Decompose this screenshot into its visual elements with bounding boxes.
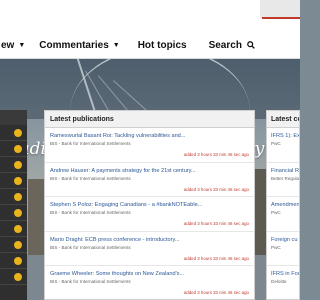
publication-item: Graeme Wheeler: Some thoughts on New Zea… <box>45 266 254 299</box>
nav-item-commentaries-label: Commentaries <box>39 40 109 51</box>
bullet-icon <box>14 129 22 137</box>
left-panel-row[interactable] <box>0 205 27 221</box>
publication-time: added 3 hours 33 min 46 sec ago <box>183 221 249 226</box>
left-panel-row[interactable] <box>0 221 27 237</box>
column-item: IFRS in Foc Deloitte <box>267 266 299 299</box>
main-nav: ew ▼ Commentaries ▼ Hot topics Search <box>0 33 300 59</box>
top-right-bar <box>260 0 300 18</box>
column-item: IFRS 1): Ext PwC <box>267 128 299 163</box>
publication-source: BIS - Bank for International Settlements <box>50 141 131 146</box>
nav-item-hot-topics[interactable]: Hot topics <box>138 40 187 51</box>
nav-item-search[interactable]: Search <box>209 40 255 52</box>
publication-source: BIS - Bank for International Settlements <box>50 244 131 250</box>
nav-item-news[interactable]: ew ▼ <box>1 40 25 51</box>
left-panel-row[interactable] <box>0 125 27 141</box>
publication-time: added 3 hours 33 min 46 sec ago <box>183 152 249 157</box>
bullet-icon <box>14 145 22 153</box>
column-source: PwC <box>271 244 281 250</box>
publication-source: BIS - Bank for International Settlements <box>50 175 131 181</box>
column-title-link[interactable]: IFRS 1): Ext <box>271 133 299 139</box>
latest-publications-card: Latest publications Rameswurlal Basant R… <box>44 110 255 300</box>
column-title-link[interactable]: Amendmen <box>271 202 299 208</box>
publication-title-link[interactable]: Mario Draghi: ECB press conference - int… <box>50 237 249 243</box>
latest-column-card: Latest cor IFRS 1): Ext PwC Financial R … <box>266 110 300 300</box>
bullet-icon <box>14 161 22 169</box>
column-title-link[interactable]: Foreign cu <box>271 237 299 243</box>
column-source: PwC <box>271 210 281 215</box>
card-title: Latest cor <box>267 111 299 128</box>
column-item: Foreign cu PwC <box>267 232 299 266</box>
publication-time: added 3 hours 33 min 46 sec ago <box>183 186 249 192</box>
publication-title-link[interactable]: Stephen S Poloz: Engaging Canadians - a … <box>50 202 249 208</box>
left-panel-row[interactable] <box>0 141 27 157</box>
left-panel-row[interactable] <box>0 189 27 205</box>
publication-source: BIS - Bank for International Settlements <box>50 279 131 284</box>
publication-item: Stephen S Poloz: Engaging Canadians - a … <box>45 197 254 232</box>
nav-item-hot-topics-label: Hot topics <box>137 40 187 51</box>
bullet-icon <box>14 241 22 249</box>
accent-rule <box>262 17 300 19</box>
column-source: PwC <box>271 141 281 146</box>
left-panel-row[interactable] <box>0 157 27 173</box>
column-title-link[interactable]: IFRS in Foc <box>271 271 299 277</box>
column-item: Financial R Better Regula <box>267 163 300 197</box>
bullet-icon <box>14 193 22 201</box>
bullet-icon <box>14 225 22 233</box>
publication-title-link[interactable]: Andrew Hauser: A payments strategy for t… <box>50 168 249 174</box>
column-item: Amendmen PwC <box>267 197 299 232</box>
publication-title-link[interactable]: Rameswurlal Basant Roi: Tackling vulnera… <box>50 133 249 139</box>
card-title: Latest publications <box>45 111 254 128</box>
bullet-icon <box>14 273 22 281</box>
publication-time: added 3 hours 33 min 46 sec ago <box>183 290 249 295</box>
search-icon <box>247 40 255 52</box>
left-panel-row[interactable] <box>0 237 27 253</box>
chevron-down-icon: ▼ <box>112 42 120 49</box>
chevron-down-icon: ▼ <box>18 42 26 49</box>
left-panel-row[interactable] <box>0 253 27 269</box>
publication-item: Mario Draghi: ECB press conference - int… <box>45 232 254 266</box>
left-panel-row[interactable] <box>0 173 27 189</box>
nav-item-news-label: ew <box>1 40 15 51</box>
publication-source: BIS - Bank for International Settlements <box>50 210 131 215</box>
top-strip <box>0 0 300 33</box>
left-panel-row[interactable] <box>0 269 27 285</box>
publication-title-link[interactable]: Graeme Wheeler: Some thoughts on New Zea… <box>50 271 249 277</box>
nav-item-commentaries[interactable]: Commentaries ▼ <box>39 40 119 51</box>
publication-time: added 3 hours 33 min 46 sec ago <box>183 255 249 261</box>
publication-item: Rameswurlal Basant Roi: Tackling vulnera… <box>45 128 254 163</box>
nav-item-search-label: Search <box>208 40 242 51</box>
publication-item: Andrew Hauser: A payments strategy for t… <box>45 163 254 197</box>
column-source: Deloitte <box>271 279 287 284</box>
bullet-icon <box>14 177 22 185</box>
column-title-link[interactable]: Financial R <box>271 168 299 174</box>
column-source: Better Regula <box>271 175 300 181</box>
left-panel <box>0 110 27 300</box>
bullet-icon <box>14 209 22 217</box>
building <box>28 179 44 259</box>
left-panel-header <box>0 110 27 125</box>
bullet-icon <box>14 257 22 265</box>
